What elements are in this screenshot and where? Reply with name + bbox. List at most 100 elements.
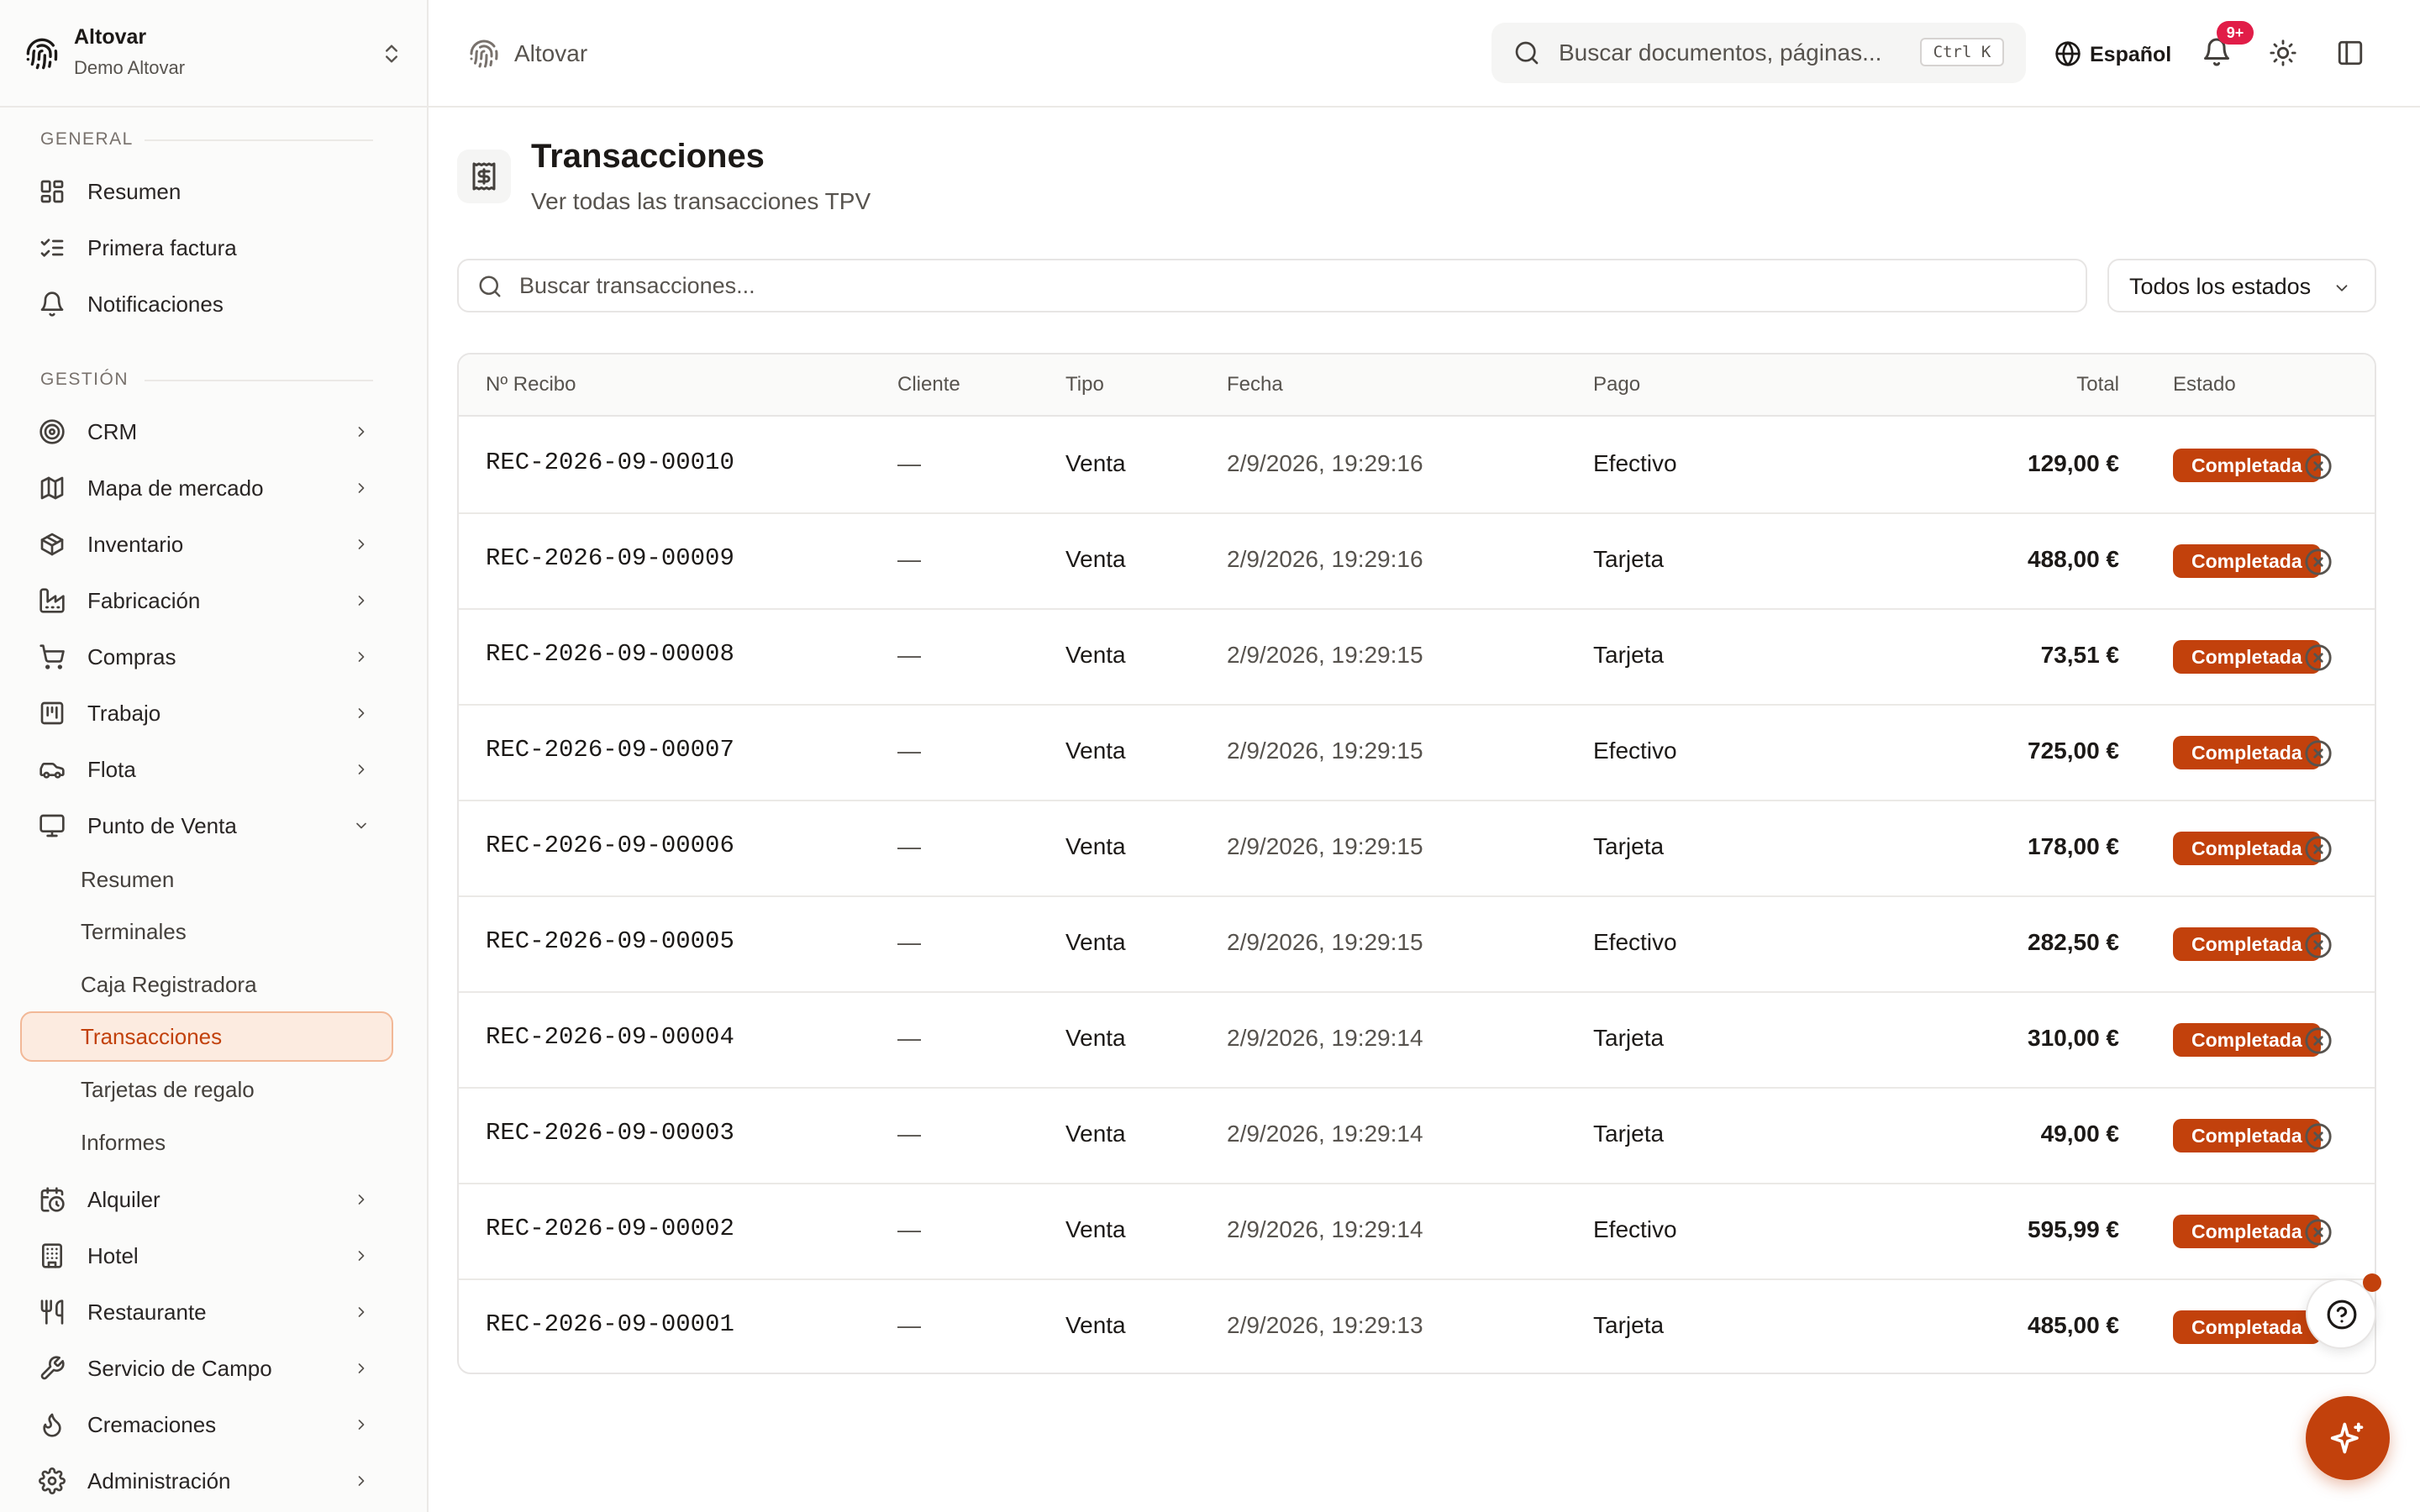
package-icon [40, 533, 64, 556]
transactions-search-input[interactable] [519, 265, 2065, 306]
table-row[interactable]: REC-2026-09-00003 — Venta 2/9/2026, 19:29:1… [459, 1089, 2375, 1184]
payment-cell: Tarjeta [1593, 642, 1665, 668]
total-cell: 725,00 € [2028, 738, 2119, 764]
void-transaction-icon[interactable] [2304, 739, 2333, 768]
total-cell: 49,00 € [2040, 1121, 2119, 1147]
column-header-payment[interactable]: Pago [1593, 373, 1640, 396]
sidebar-item-cremaciones[interactable]: Cremaciones [20, 1399, 393, 1450]
column-header-type[interactable]: Tipo [1065, 373, 1104, 396]
sidebar-subitem-transacciones[interactable]: Transacciones [20, 1011, 393, 1062]
payment-cell: Tarjeta [1593, 1025, 1665, 1051]
status-badge: Completada [2173, 1310, 2321, 1344]
date-cell: 2/9/2026, 19:29:16 [1227, 450, 1423, 476]
table-row[interactable]: REC-2026-09-00009 — Venta 2/9/2026, 19:29:1… [459, 514, 2375, 610]
client-cell: — [897, 929, 921, 955]
factory-icon [39, 588, 65, 613]
receipt-number: REC-2026-09-00002 [486, 1215, 734, 1242]
column-header-total[interactable]: Total [1951, 373, 2119, 396]
void-transaction-icon[interactable] [2304, 452, 2333, 480]
void-transaction-icon[interactable] [2304, 931, 2333, 959]
payment-cell: Tarjeta [1593, 1121, 1665, 1147]
sidebar-item-mapa-de-mercado[interactable]: Mapa de mercado [20, 463, 393, 513]
sidebar-item-crm[interactable]: CRM [20, 407, 393, 457]
sidebar-subitem-informes[interactable]: Informes [20, 1117, 393, 1168]
settings-icon [39, 1467, 66, 1494]
fingerprint-icon [26, 38, 58, 70]
sidebar-item-label: Cremaciones [87, 1412, 217, 1437]
chevron-right-icon [358, 539, 365, 549]
type-cell: Venta [1065, 546, 1126, 572]
sidebar-subitem-resumen[interactable]: Resumen [20, 854, 393, 905]
column-header-date[interactable]: Fecha [1227, 373, 1283, 396]
sidebar-item-trabajo[interactable]: Trabajo [20, 688, 393, 738]
sidebar-subitem-label: Caja Registradora [81, 972, 257, 997]
sidebar-item-inventario[interactable]: Inventario [20, 519, 393, 570]
chevron-right-icon [358, 1476, 365, 1486]
section-gestion: GESTIÓN [40, 370, 129, 389]
sidebar-item-notificaciones[interactable]: Notificaciones [20, 279, 393, 329]
type-cell: Venta [1065, 1121, 1126, 1147]
void-transaction-icon[interactable] [2304, 1122, 2333, 1151]
void-transaction-icon[interactable] [2304, 643, 2333, 672]
sidebar-subitem-tarjetas-de-regalo[interactable]: Tarjetas de regalo [20, 1064, 393, 1115]
breadcrumb[interactable]: Altovar [514, 40, 587, 67]
sidebar-item-servicio-de-campo[interactable]: Servicio de Campo [20, 1343, 393, 1394]
sidebar-item-label: Trabajo [87, 701, 161, 726]
column-header-receipt[interactable]: Nº Recibo [486, 373, 576, 396]
search-icon [479, 276, 501, 297]
column-header-status[interactable]: Estado [2173, 373, 2236, 396]
sidebar-item-label: Fabricación [87, 588, 201, 613]
void-transaction-icon[interactable] [2304, 548, 2333, 576]
sidebar-item-label: Punto de Venta [87, 813, 237, 838]
payment-cell: Tarjeta [1593, 833, 1665, 859]
table-row[interactable]: REC-2026-09-00002 — Venta 2/9/2026, 19:29:1… [459, 1184, 2375, 1280]
utensils-icon [40, 1299, 64, 1325]
sidebar-item-resumen[interactable]: Resumen [20, 166, 393, 217]
client-cell: — [897, 450, 921, 476]
chevron-down-icon [356, 822, 366, 829]
sidebar-item-label: Alquiler [87, 1187, 160, 1212]
sidebar-subitem-caja-registradora[interactable]: Caja Registradora [20, 959, 393, 1010]
sidebar-subitem-label: Informes [81, 1130, 166, 1155]
sidebar-item-administracion[interactable]: Administración [20, 1456, 393, 1506]
date-cell: 2/9/2026, 19:29:15 [1227, 833, 1423, 859]
table-row[interactable]: REC-2026-09-00004 — Venta 2/9/2026, 19:29:1… [459, 993, 2375, 1089]
table-row[interactable]: REC-2026-09-00010 — Venta 2/9/2026, 19:29:1… [459, 418, 2375, 514]
sidebar-item-restaurante[interactable]: Restaurante [20, 1287, 393, 1337]
sidebar-item-fabricacion[interactable]: Fabricación [20, 575, 393, 626]
sidebar-subitem-label: Resumen [81, 867, 175, 892]
sidebar-subitem-label: Tarjetas de regalo [81, 1077, 255, 1102]
global-search[interactable]: Buscar documentos, páginas... Ctrl K [1491, 23, 2026, 83]
search-icon [1515, 41, 1539, 65]
chevron-right-icon [358, 708, 365, 718]
flame-icon [43, 1413, 61, 1437]
status-filter-select[interactable]: Todos los estados [2107, 259, 2376, 312]
table-row[interactable]: REC-2026-09-00001 — Venta 2/9/2026, 19:29:1… [459, 1280, 2375, 1373]
sidebar-subitem-terminales[interactable]: Terminales [20, 906, 393, 957]
org-switcher[interactable]: Altovar Demo Altovar [0, 0, 427, 108]
page-title: Transacciones [531, 138, 765, 175]
void-transaction-icon[interactable] [2304, 1026, 2333, 1055]
column-header-client[interactable]: Cliente [897, 373, 960, 396]
table-row[interactable]: REC-2026-09-00005 — Venta 2/9/2026, 19:29:1… [459, 897, 2375, 993]
total-cell: 488,00 € [2028, 546, 2119, 572]
sidebar-item-alquiler[interactable]: Alquiler [20, 1174, 393, 1225]
chevron-right-icon [358, 1251, 365, 1261]
client-cell: — [897, 642, 921, 668]
sidebar-item-flota[interactable]: Flota [20, 744, 393, 795]
void-transaction-icon[interactable] [2304, 1218, 2333, 1247]
payment-cell: Tarjeta [1593, 546, 1665, 572]
table-row[interactable]: REC-2026-09-00008 — Venta 2/9/2026, 19:29:1… [459, 610, 2375, 706]
sidebar-item-hotel[interactable]: Hotel [20, 1231, 393, 1281]
sidebar-item-primera-factura[interactable]: Primera factura [20, 223, 393, 273]
sidebar-item-compras[interactable]: Compras [20, 632, 393, 682]
void-transaction-icon[interactable] [2304, 835, 2333, 864]
receipt-number: REC-2026-09-00006 [486, 832, 734, 859]
sun-icon[interactable] [2269, 39, 2297, 67]
ai-assistant-button[interactable] [2306, 1396, 2390, 1480]
panel-toggle-icon[interactable] [2336, 39, 2365, 67]
payment-cell: Efectivo [1593, 450, 1677, 476]
table-row[interactable]: REC-2026-09-00006 — Venta 2/9/2026, 19:29:1… [459, 801, 2375, 897]
sidebar-item-punto-de-venta[interactable]: Punto de Venta [20, 801, 393, 851]
table-row[interactable]: REC-2026-09-00007 — Venta 2/9/2026, 19:29:1… [459, 706, 2375, 801]
